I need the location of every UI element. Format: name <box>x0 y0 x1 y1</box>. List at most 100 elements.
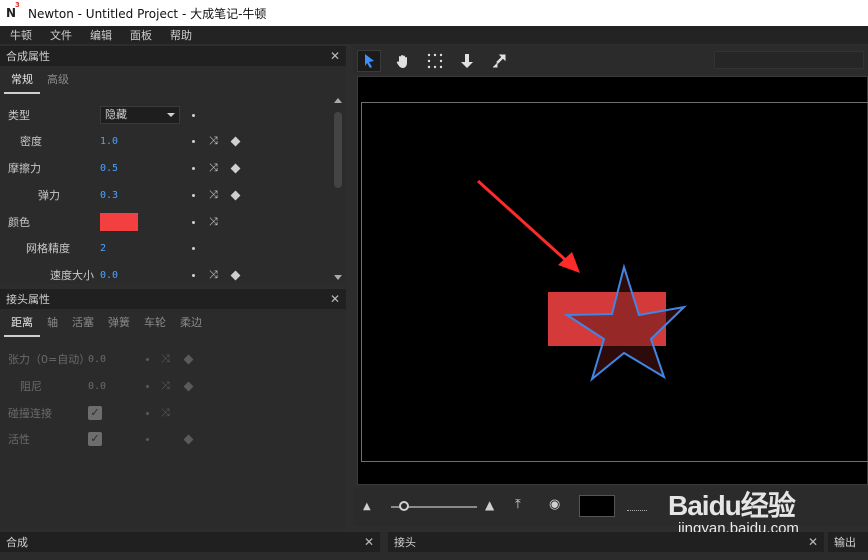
hand-icon[interactable] <box>391 50 415 72</box>
menu-newton[interactable]: 牛顿 <box>10 27 32 43</box>
tab-advanced[interactable]: 高级 <box>40 66 76 94</box>
close-icon[interactable]: ✕ <box>364 535 374 549</box>
collide-checkbox[interactable]: ✓ <box>88 406 102 420</box>
select-arrow-icon[interactable] <box>357 50 381 72</box>
bottom-panels: 合成 ✕ 接头 ✕ 输出 <box>0 532 868 560</box>
mountain-small-icon[interactable]: ▲ <box>363 501 371 512</box>
background-color-box[interactable] <box>579 495 615 517</box>
tab-wheel[interactable]: 车轮 <box>137 309 173 337</box>
mountain-large-icon[interactable]: ▲ <box>485 498 494 512</box>
color-swatch[interactable] <box>100 213 138 231</box>
shuffle-icon[interactable]: ⤨ <box>209 215 218 229</box>
joint-bottom-header: 接头 ✕ <box>388 532 824 552</box>
eye-icon[interactable]: ◉ <box>549 497 560 512</box>
menu-bar: 牛顿 文件 编辑 面板 帮助 <box>0 26 868 44</box>
dot-icon <box>146 357 149 361</box>
label-active: 活性 <box>8 433 30 446</box>
active-checkbox[interactable]: ✓ <box>88 432 102 446</box>
shuffle-icon[interactable]: ⤨ <box>161 406 170 420</box>
composite-tabs: 常规 高级 <box>0 66 346 94</box>
tab-distance[interactable]: 距离 <box>4 309 40 337</box>
keyframe-diamond-icon[interactable] <box>230 190 241 200</box>
scroll-down-icon[interactable] <box>334 275 342 280</box>
label-collide: 碰撞连接 <box>8 407 52 420</box>
composite-scrollbar[interactable] <box>331 98 345 280</box>
viewport-toolbar <box>353 46 868 74</box>
tab-general[interactable]: 常规 <box>4 66 40 94</box>
joint-tabs: 距离 轴 活塞 弹簧 车轮 柔边 <box>0 309 346 337</box>
chevron-down-icon <box>167 113 175 117</box>
red-arrow-line <box>476 179 572 266</box>
label-type: 类型 <box>8 109 30 122</box>
type-select[interactable]: 隐藏 <box>100 106 180 124</box>
dotted-line-icon <box>627 510 647 511</box>
label-bounce: 弹力 <box>38 189 60 202</box>
composite-panel-header: 合成属性 ✕ <box>0 46 346 66</box>
dot-icon <box>192 220 195 224</box>
zoom-fit-icon[interactable]: ⤒ <box>515 497 521 512</box>
shuffle-icon[interactable]: ⤨ <box>161 352 170 366</box>
expand-icon[interactable] <box>487 50 511 72</box>
menu-edit[interactable]: 编辑 <box>90 27 112 43</box>
scroll-thumb[interactable] <box>334 112 342 188</box>
keyframe-diamond-icon[interactable] <box>183 381 194 391</box>
tension-value[interactable]: 0.0 <box>88 354 106 365</box>
speed-value[interactable]: 0.0 <box>100 270 118 281</box>
row-density: 密度 1.0 ⤨ <box>0 132 340 150</box>
grid-icon[interactable] <box>423 50 447 72</box>
row-tension: 张力（0=自动） 0.0 ⤨ <box>0 350 340 368</box>
close-icon[interactable]: ✕ <box>808 535 818 549</box>
panel-title: 合成 <box>6 536 28 549</box>
row-damping: 阻尼 0.0 ⤨ <box>0 377 340 395</box>
tab-spring[interactable]: 弹簧 <box>101 309 137 337</box>
keyframe-diamond-icon[interactable] <box>230 136 241 146</box>
row-mesh: 网格精度 2 <box>0 239 340 257</box>
dot-icon <box>146 437 149 441</box>
toolbar-field[interactable] <box>714 51 864 69</box>
simulation-viewport[interactable] <box>357 76 868 485</box>
density-value[interactable]: 1.0 <box>100 136 118 147</box>
panel-title: 接头 <box>394 536 416 549</box>
panel-title: 输出 <box>834 536 856 549</box>
keyframe-diamond-icon[interactable] <box>230 270 241 280</box>
menu-help[interactable]: 帮助 <box>170 27 192 43</box>
zoom-slider-knob[interactable] <box>399 501 409 511</box>
damping-value[interactable]: 0.0 <box>88 381 106 392</box>
dot-icon <box>192 166 195 170</box>
app-logo: N3 <box>6 1 20 20</box>
shuffle-icon[interactable]: ⤨ <box>161 379 170 393</box>
dot-icon <box>192 139 195 143</box>
tab-axis[interactable]: 轴 <box>40 309 65 337</box>
output-bottom-header: 输出 <box>828 532 868 552</box>
close-icon[interactable]: ✕ <box>330 49 340 63</box>
keyframe-diamond-icon[interactable] <box>183 434 194 444</box>
tab-piston[interactable]: 活塞 <box>65 309 101 337</box>
scene-canvas[interactable] <box>358 77 868 486</box>
row-friction: 摩擦力 0.5 ⤨ <box>0 159 340 177</box>
label-tension: 张力（0=自动） <box>8 353 91 366</box>
scroll-up-icon[interactable] <box>334 98 342 103</box>
row-type: 类型 隐藏 <box>0 106 340 124</box>
menu-file[interactable]: 文件 <box>50 27 72 43</box>
tab-soft-edge[interactable]: 柔边 <box>173 309 209 337</box>
shuffle-icon[interactable]: ⤨ <box>209 161 218 175</box>
label-friction: 摩擦力 <box>8 162 41 175</box>
blue-star[interactable] <box>563 263 688 382</box>
menu-panels[interactable]: 面板 <box>130 27 152 43</box>
keyframe-diamond-icon[interactable] <box>230 163 241 173</box>
title-bar: N3 Newton - Untitled Project - 大成笔记-牛顿 <box>0 0 868 26</box>
label-density: 密度 <box>20 135 42 148</box>
shuffle-icon[interactable]: ⤨ <box>209 268 218 282</box>
close-icon[interactable]: ✕ <box>330 292 340 306</box>
dot-icon <box>192 193 195 197</box>
shuffle-icon[interactable]: ⤨ <box>209 134 218 148</box>
drop-down-icon[interactable] <box>455 50 479 72</box>
panel-title: 接头属性 <box>6 293 50 306</box>
keyframe-diamond-icon[interactable] <box>183 354 194 364</box>
dot-icon <box>192 113 195 117</box>
shuffle-icon[interactable]: ⤨ <box>209 188 218 202</box>
dot-icon <box>146 384 149 388</box>
mesh-value[interactable]: 2 <box>100 243 106 254</box>
friction-value[interactable]: 0.5 <box>100 163 118 174</box>
bounce-value[interactable]: 0.3 <box>100 190 118 201</box>
